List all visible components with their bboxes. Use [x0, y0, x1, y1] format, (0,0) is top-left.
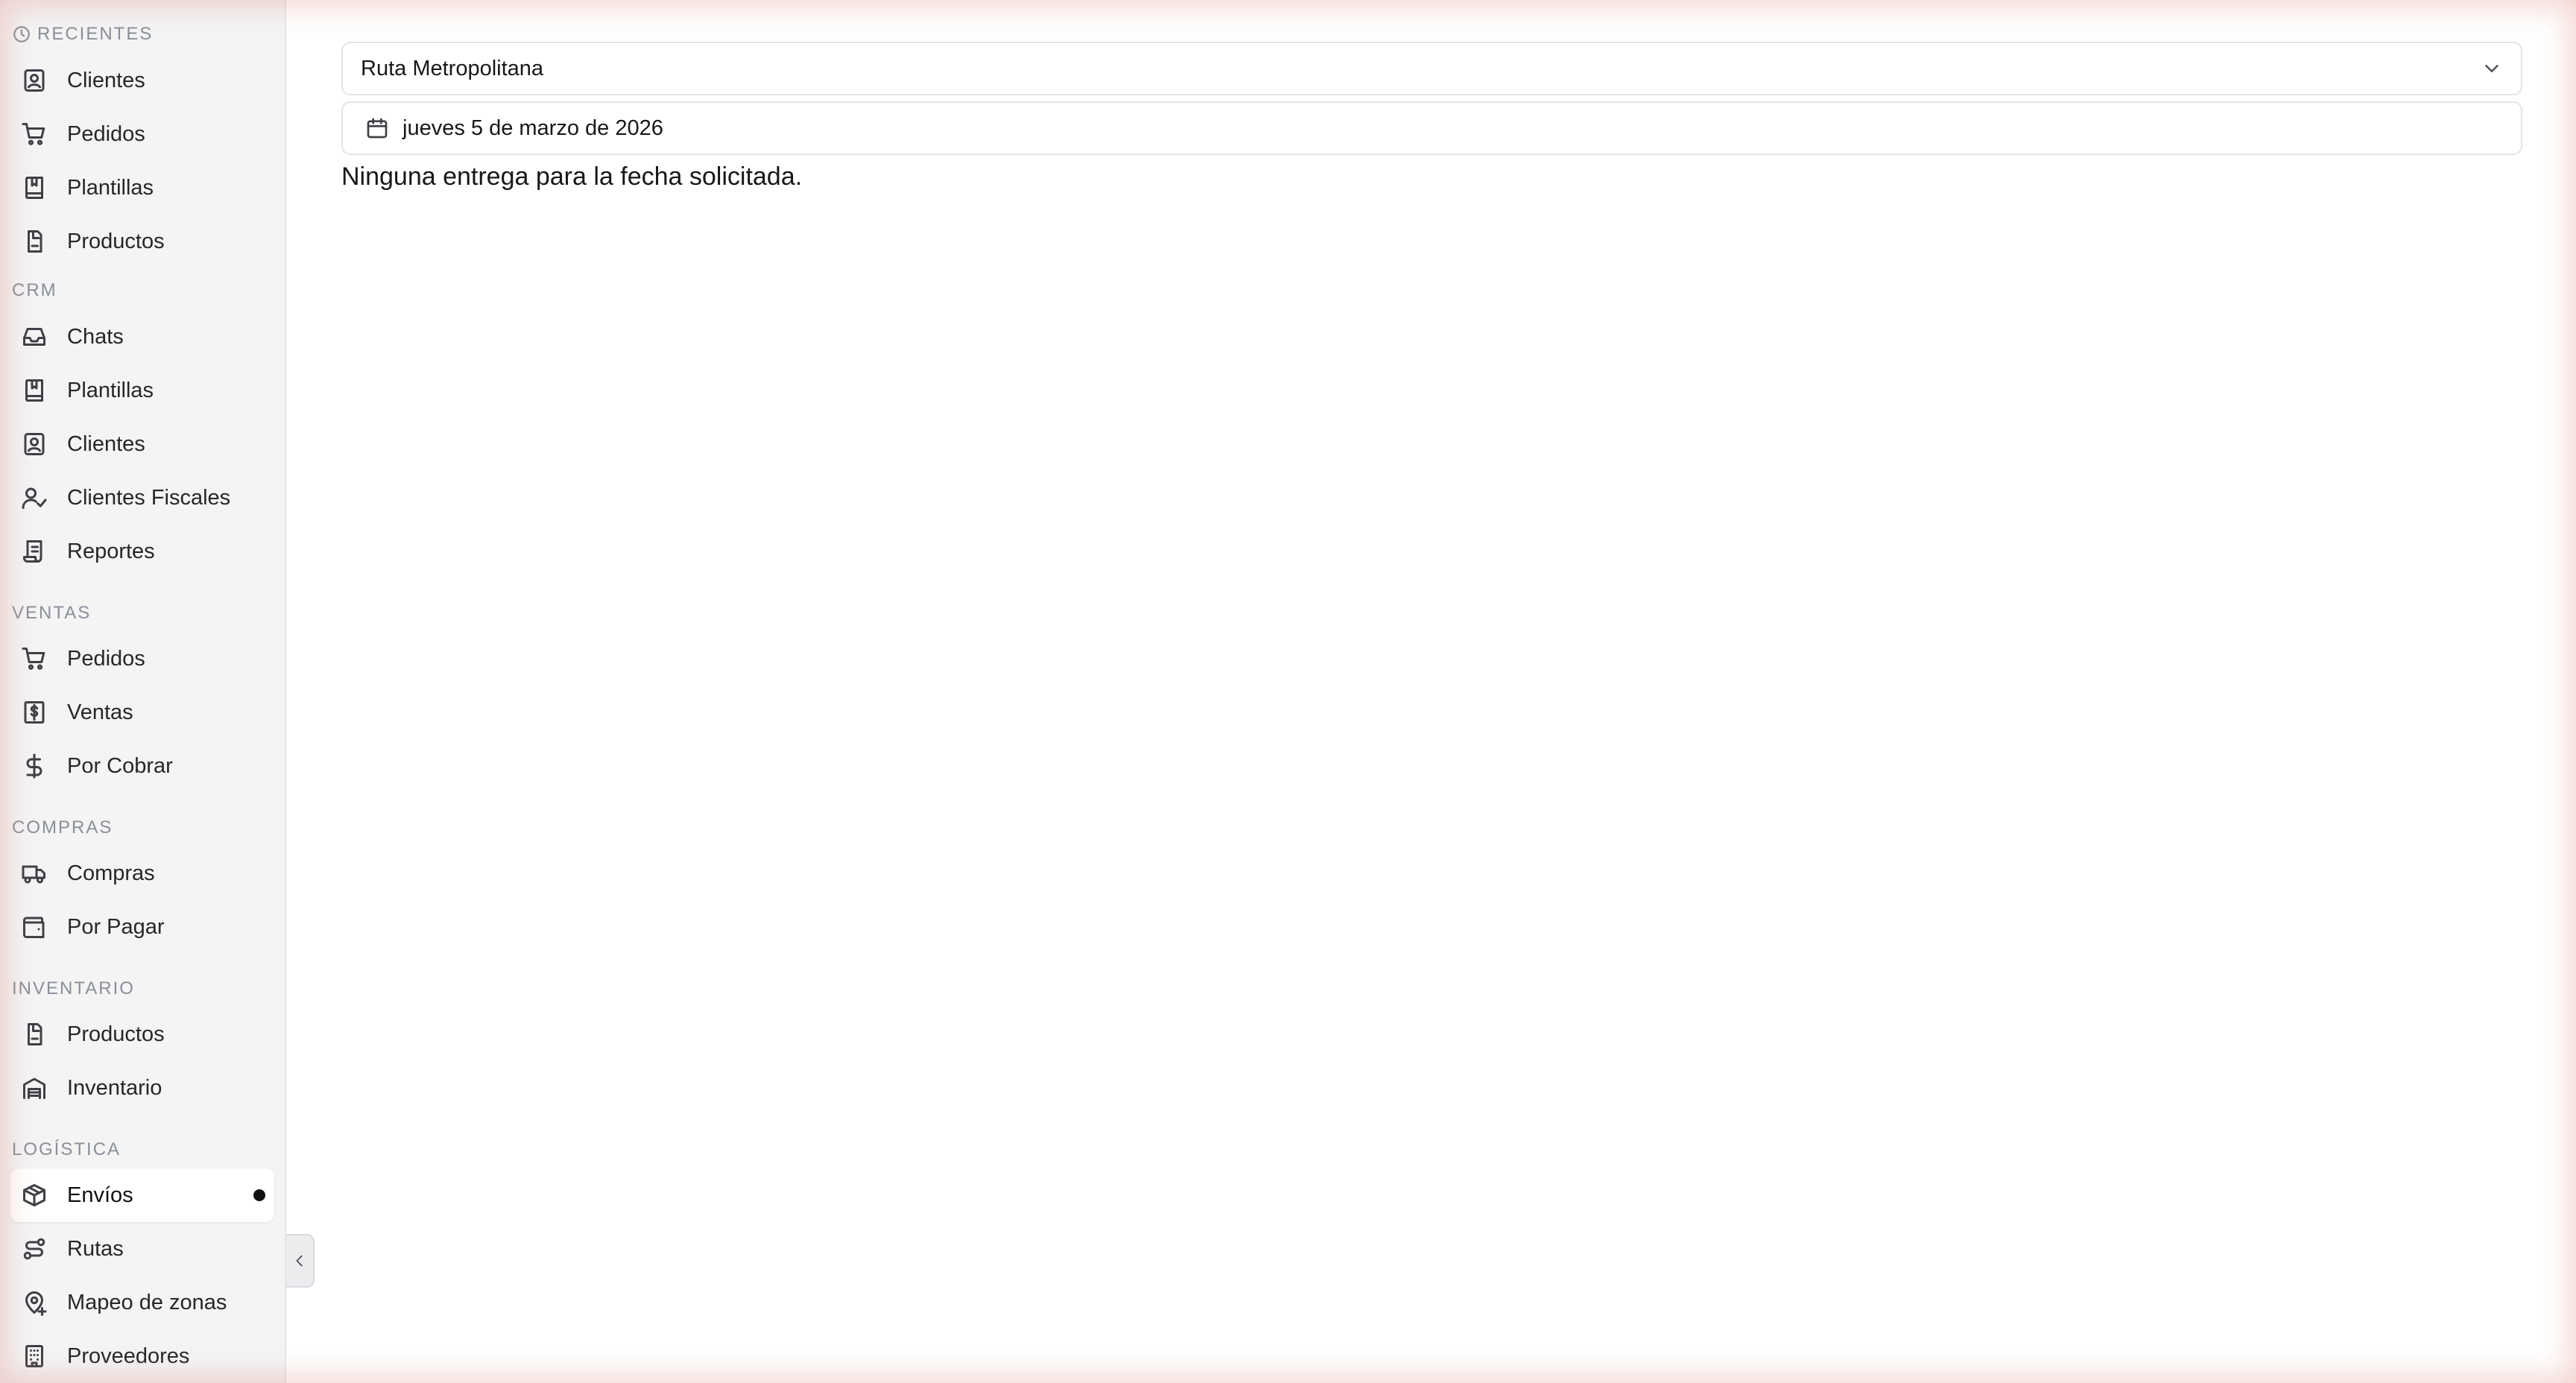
sidebar-item-label: Rutas [67, 1236, 124, 1261]
main-content: Ruta Metropolitana jueves 5 de marzo de … [286, 0, 2576, 1383]
cart-icon [22, 123, 45, 145]
receipt-dollar-icon [24, 701, 45, 724]
box-icon [23, 1184, 45, 1206]
package-icon [28, 1023, 42, 1045]
sidebar-item-crm-clientes[interactable]: Clientes [10, 417, 274, 471]
sidebar-item-label: Mapeo de zonas [67, 1290, 227, 1314]
section-label-text: COMPRAS [12, 817, 113, 838]
section-label-ventas: VENTAS [12, 602, 91, 624]
empty-state-message: Ninguna entrega para la fecha solicitada… [341, 162, 803, 191]
book-icon [25, 177, 43, 199]
sidebar-item-por-cobrar[interactable]: Por Cobrar [10, 739, 274, 793]
sidebar-item-recientes-pedidos[interactable]: Pedidos [10, 107, 274, 161]
sidebar-item-label: Clientes [67, 68, 145, 92]
sidebar-item-label: Proveedores [67, 1344, 190, 1368]
book-icon [25, 379, 43, 402]
cart-icon [22, 648, 45, 670]
chevron-down-icon [2485, 65, 2498, 72]
sidebar-item-label: Plantillas [67, 175, 154, 200]
user-check-icon [22, 487, 47, 509]
date-picker-value: jueves 5 de marzo de 2026 [402, 115, 663, 140]
route-select-value: Ruta Metropolitana [361, 56, 544, 80]
date-picker[interactable]: jueves 5 de marzo de 2026 [341, 101, 2522, 155]
sidebar-item-label: Por Cobrar [67, 753, 173, 778]
sidebar-item-reportes[interactable]: Reportes [10, 525, 274, 578]
sidebar-item-chats[interactable]: Chats [10, 310, 274, 364]
sidebar-item-label: Por Pagar [67, 914, 165, 939]
sidebar-item-recientes-productos[interactable]: Productos [10, 215, 274, 268]
contact-icon [24, 433, 45, 455]
section-label-text: RECIENTES [37, 24, 154, 44]
sidebar-item-por-pagar[interactable]: Por Pagar [10, 900, 274, 954]
contact-icon [24, 69, 45, 92]
route-select[interactable]: Ruta Metropolitana [341, 42, 2522, 95]
package-icon [28, 230, 42, 253]
calendar-icon [367, 118, 388, 139]
section-label-text: VENTAS [12, 603, 92, 623]
sidebar-item-label: Pedidos [67, 121, 145, 146]
inbox-icon [23, 328, 45, 346]
building-icon [25, 1345, 43, 1367]
section-label-text: LOGÍSTICA [12, 1139, 121, 1159]
section-label-text: INVENTARIO [12, 978, 135, 999]
section-label-inventario: INVENTARIO [12, 978, 135, 1000]
sidebar-item-label: Productos [67, 1022, 165, 1046]
app-window: RECIENTES Clientes Pedidos Plantillas Pr… [0, 0, 2576, 1383]
sidebar-item-label: Clientes [67, 431, 145, 456]
warehouse-icon [23, 1077, 45, 1099]
sidebar: RECIENTES Clientes Pedidos Plantillas Pr… [0, 0, 286, 1383]
sidebar-item-compras[interactable]: Compras [10, 846, 274, 900]
sidebar-item-envios[interactable]: Envíos [10, 1168, 274, 1222]
sidebar-item-recientes-clientes[interactable]: Clientes [10, 54, 274, 107]
chevron-left-icon [296, 1255, 303, 1267]
sidebar-item-clientes-fiscales[interactable]: Clientes Fiscales [10, 471, 274, 525]
sidebar-item-label: Inventario [67, 1075, 162, 1100]
clock-icon [13, 26, 30, 42]
scroll-icon [23, 540, 42, 563]
sidebar-item-rutas[interactable]: Rutas [10, 1222, 274, 1276]
sidebar-item-label: Chats [67, 324, 124, 349]
section-label-text: CRM [12, 280, 57, 300]
sidebar-item-label: Envíos [67, 1183, 133, 1207]
map-pin-icon [25, 1291, 47, 1316]
sidebar-item-ventas[interactable]: Ventas [10, 686, 274, 739]
section-label-compras: COMPRAS [12, 817, 113, 839]
sidebar-item-label: Plantillas [67, 378, 154, 402]
sidebar-item-label: Pedidos [67, 646, 145, 671]
sidebar-item-mapeo-de-zonas[interactable]: Mapeo de zonas [10, 1276, 274, 1329]
sidebar-item-crm-plantillas[interactable]: Plantillas [10, 364, 274, 417]
sidebar-item-label: Ventas [67, 700, 133, 724]
active-indicator-dot [253, 1189, 265, 1201]
dollar-icon [26, 753, 42, 779]
sidebar-item-label: Productos [67, 229, 165, 253]
sidebar-item-inventario[interactable]: Inventario [10, 1061, 274, 1115]
section-label-logistica: LOGÍSTICA [12, 1139, 121, 1161]
sidebar-item-proveedores[interactable]: Proveedores [10, 1329, 274, 1383]
sidebar-collapse-button[interactable] [286, 1234, 315, 1288]
section-label-recientes: RECIENTES [12, 23, 153, 45]
sidebar-item-recientes-plantillas[interactable]: Plantillas [10, 161, 274, 215]
sidebar-item-label: Compras [67, 861, 155, 885]
section-label-crm: CRM [12, 279, 57, 302]
sidebar-item-label: Clientes Fiscales [67, 485, 231, 510]
truck-icon [22, 865, 45, 884]
sidebar-item-label: Reportes [67, 539, 155, 563]
sidebar-item-ventas-pedidos[interactable]: Pedidos [10, 632, 274, 686]
wallet-icon [23, 917, 45, 938]
route-icon [23, 1238, 45, 1260]
sidebar-item-inventario-productos[interactable]: Productos [10, 1007, 274, 1061]
